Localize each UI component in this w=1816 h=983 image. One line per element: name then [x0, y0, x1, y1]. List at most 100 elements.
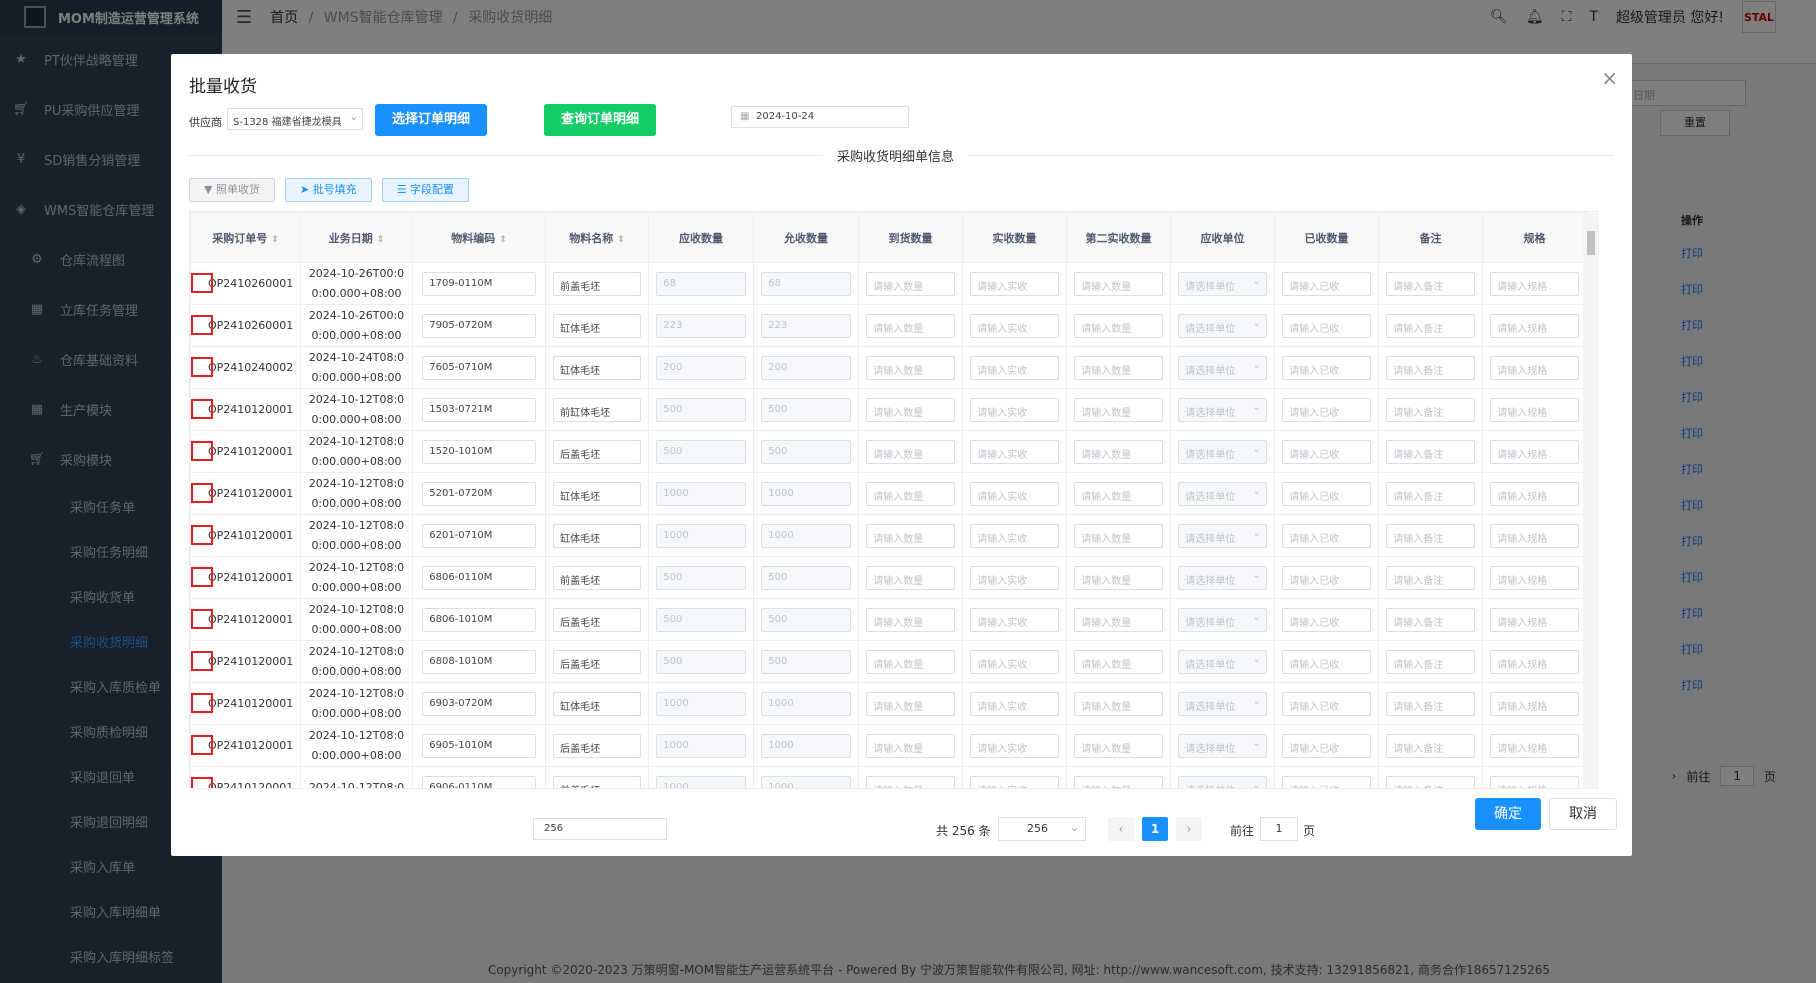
- unit-select[interactable]: 请选择单位 ⌄: [1178, 355, 1267, 380]
- actual-qty-input[interactable]: 请输入实收: [970, 607, 1059, 632]
- actual-qty-input[interactable]: 请输入实收: [970, 523, 1059, 548]
- spec-input[interactable]: 请输入规格: [1490, 271, 1579, 296]
- actual-qty-input[interactable]: 请输入实收: [970, 733, 1059, 758]
- spec-input[interactable]: 请输入规格: [1490, 775, 1579, 788]
- row-checkbox[interactable]: [191, 609, 213, 629]
- unit-select[interactable]: 请选择单位 ⌄: [1178, 439, 1267, 464]
- spec-input[interactable]: 请输入规格: [1490, 313, 1579, 338]
- arrive-qty-input[interactable]: 请输入数量: [866, 691, 955, 716]
- remark-input[interactable]: 请输入备注: [1386, 271, 1475, 296]
- arrive-qty-input[interactable]: 请输入数量: [866, 439, 955, 464]
- row-checkbox[interactable]: [191, 315, 213, 335]
- actual-qty-input[interactable]: 请输入实收: [970, 439, 1059, 464]
- goto-page-input[interactable]: 1: [1260, 817, 1298, 841]
- next-page-icon[interactable]: ›: [1176, 817, 1202, 841]
- material-code-input[interactable]: 1520-1010M: [422, 439, 536, 464]
- column-header[interactable]: 业务日期 ⇕: [300, 212, 413, 263]
- row-checkbox[interactable]: [191, 483, 213, 503]
- sort-icon[interactable]: ⇕: [617, 235, 625, 245]
- unit-select[interactable]: 请选择单位 ⌄: [1178, 607, 1267, 632]
- received-qty-input[interactable]: 请输入已收: [1282, 565, 1371, 590]
- material-code-input[interactable]: 1709-0110M: [422, 271, 536, 296]
- scrollbar-thumb[interactable]: [1587, 231, 1595, 255]
- remark-input[interactable]: 请输入备注: [1386, 481, 1475, 506]
- second-qty-input[interactable]: 请输入数量: [1074, 271, 1163, 296]
- remark-input[interactable]: 请输入备注: [1386, 649, 1475, 674]
- unit-select[interactable]: 请选择单位 ⌄: [1178, 397, 1267, 422]
- row-checkbox[interactable]: [191, 273, 213, 293]
- material-name-input[interactable]: 后盖毛坯: [553, 649, 641, 674]
- material-code-input[interactable]: 5201-0720M: [422, 481, 536, 506]
- received-qty-input[interactable]: 请输入已收: [1282, 607, 1371, 632]
- actual-qty-input[interactable]: 请输入实收: [970, 271, 1059, 296]
- remark-input[interactable]: 请输入备注: [1386, 691, 1475, 716]
- actual-qty-input[interactable]: 请输入实收: [970, 649, 1059, 674]
- material-code-input[interactable]: 6201-0710M: [422, 523, 536, 548]
- material-code-input[interactable]: 6806-0110M: [422, 565, 536, 590]
- received-qty-input[interactable]: 请输入已收: [1282, 733, 1371, 758]
- prev-page-icon[interactable]: ‹: [1108, 817, 1134, 841]
- actual-qty-input[interactable]: 请输入实收: [970, 775, 1059, 788]
- arrive-qty-input[interactable]: 请输入数量: [866, 523, 955, 548]
- batch-fill-button[interactable]: ➤ 批号填充: [284, 178, 372, 202]
- material-name-input[interactable]: 前缸体毛坯: [553, 397, 641, 422]
- remark-input[interactable]: 请输入备注: [1386, 355, 1475, 380]
- second-qty-input[interactable]: 请输入数量: [1074, 649, 1163, 674]
- remark-input[interactable]: 请输入备注: [1386, 313, 1475, 338]
- spec-input[interactable]: 请输入规格: [1490, 481, 1579, 506]
- remark-input[interactable]: 请输入备注: [1386, 565, 1475, 590]
- spec-input[interactable]: 请输入规格: [1490, 733, 1579, 758]
- second-qty-input[interactable]: 请输入数量: [1074, 565, 1163, 590]
- material-name-input[interactable]: 前盖毛坯: [553, 271, 641, 296]
- per-page-select[interactable]: 256 ⌄: [998, 817, 1086, 841]
- second-qty-input[interactable]: 请输入数量: [1074, 691, 1163, 716]
- second-qty-input[interactable]: 请输入数量: [1074, 607, 1163, 632]
- row-checkbox[interactable]: [191, 567, 213, 587]
- second-qty-input[interactable]: 请输入数量: [1074, 523, 1163, 548]
- arrive-qty-input[interactable]: 请输入数量: [866, 355, 955, 380]
- material-code-input[interactable]: 6806-1010M: [422, 607, 536, 632]
- row-checkbox[interactable]: [191, 441, 213, 461]
- spec-input[interactable]: 请输入规格: [1490, 607, 1579, 632]
- arrive-qty-input[interactable]: 请输入数量: [866, 313, 955, 338]
- material-code-input[interactable]: 7605-0710M: [422, 355, 536, 380]
- material-name-input[interactable]: 前盖毛坯: [553, 775, 641, 788]
- received-qty-input[interactable]: 请输入已收: [1282, 523, 1371, 548]
- unit-select[interactable]: 请选择单位 ⌄: [1178, 733, 1267, 758]
- unit-select[interactable]: 请选择单位 ⌄: [1178, 565, 1267, 590]
- row-checkbox[interactable]: [191, 399, 213, 419]
- material-name-input[interactable]: 缸体毛坯: [553, 691, 641, 716]
- unit-select[interactable]: 请选择单位 ⌄: [1178, 649, 1267, 674]
- received-qty-input[interactable]: 请输入已收: [1282, 355, 1371, 380]
- material-name-input[interactable]: 后盖毛坯: [553, 607, 641, 632]
- second-qty-input[interactable]: 请输入数量: [1074, 397, 1163, 422]
- sort-icon[interactable]: ⇕: [377, 235, 385, 245]
- row-checkbox[interactable]: [191, 777, 213, 788]
- remark-input[interactable]: 请输入备注: [1386, 397, 1475, 422]
- arrive-qty-input[interactable]: 请输入数量: [866, 481, 955, 506]
- second-qty-input[interactable]: 请输入数量: [1074, 481, 1163, 506]
- received-qty-input[interactable]: 请输入已收: [1282, 313, 1371, 338]
- close-icon[interactable]: ×: [1601, 66, 1618, 90]
- material-name-input[interactable]: 缸体毛坯: [553, 481, 641, 506]
- received-qty-input[interactable]: 请输入已收: [1282, 397, 1371, 422]
- page-button-current[interactable]: 1: [1142, 817, 1168, 841]
- confirm-button[interactable]: 确定: [1475, 798, 1541, 830]
- material-name-input[interactable]: 后盖毛坯: [553, 439, 641, 464]
- received-qty-input[interactable]: 请输入已收: [1282, 439, 1371, 464]
- received-qty-input[interactable]: 请输入已收: [1282, 271, 1371, 296]
- remark-input[interactable]: 请输入备注: [1386, 523, 1475, 548]
- actual-qty-input[interactable]: 请输入实收: [970, 313, 1059, 338]
- unit-select[interactable]: 请选择单位 ⌄: [1178, 271, 1267, 296]
- remark-input[interactable]: 请输入备注: [1386, 775, 1475, 788]
- arrive-qty-input[interactable]: 请输入数量: [866, 271, 955, 296]
- unit-select[interactable]: 请选择单位 ⌄: [1178, 523, 1267, 548]
- spec-input[interactable]: 请输入规格: [1490, 649, 1579, 674]
- second-qty-input[interactable]: 请输入数量: [1074, 313, 1163, 338]
- unit-select[interactable]: 请选择单位 ⌄: [1178, 691, 1267, 716]
- row-checkbox[interactable]: [191, 651, 213, 671]
- row-checkbox[interactable]: [191, 735, 213, 755]
- spec-input[interactable]: 请输入规格: [1490, 439, 1579, 464]
- material-name-input[interactable]: 前盖毛坯: [553, 565, 641, 590]
- column-header[interactable]: 物料名称 ⇕: [545, 212, 649, 263]
